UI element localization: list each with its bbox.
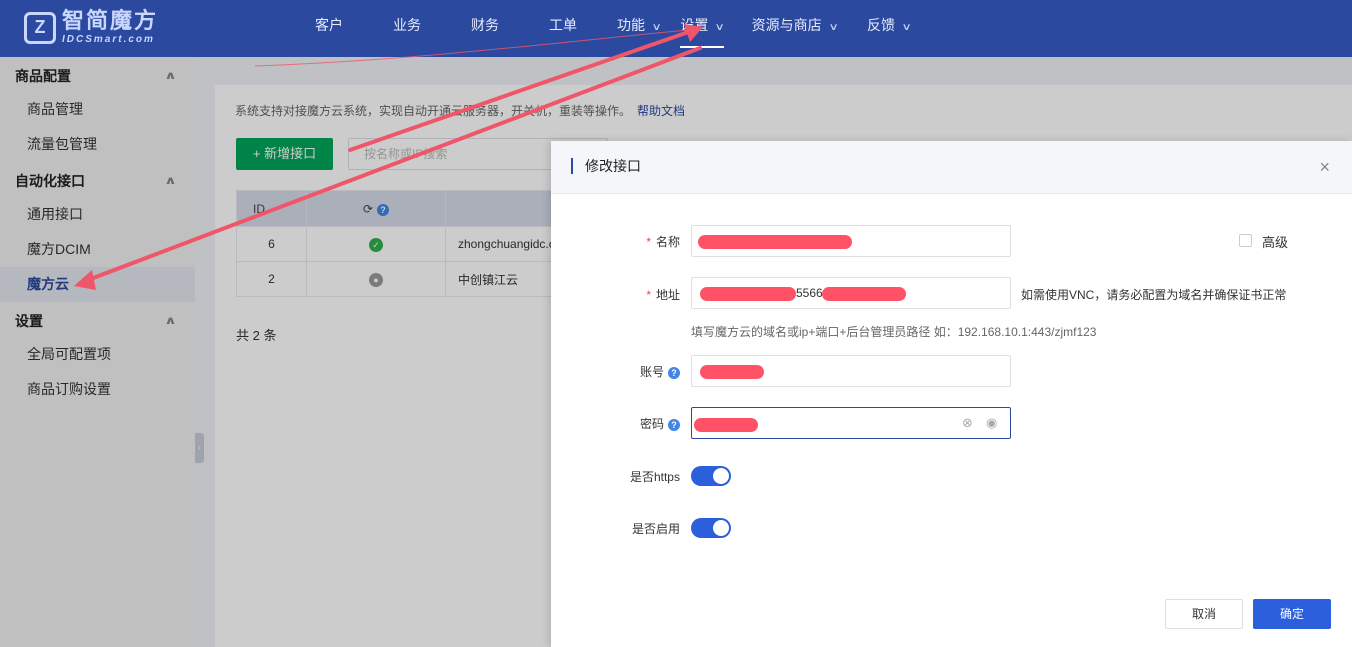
password-label: 密码?: [640, 415, 680, 432]
https-toggle[interactable]: [691, 466, 731, 486]
redaction-mark: [698, 235, 852, 249]
toggle-knob: [713, 520, 729, 536]
nav-item-tickets[interactable]: 工单: [549, 0, 577, 50]
account-label: 账号?: [640, 363, 680, 380]
nav-item-feedback[interactable]: 反馈 ∨: [867, 0, 912, 50]
address-hint-vnc: 如需使用VNC，请务必配置为域名并确保证书正常: [1021, 288, 1287, 302]
top-header: Z 智简魔方 IDCSmart.com 客户 业务 财务 工单 功能 ∨ 设置 ∨ …: [0, 0, 1352, 57]
address-visible-fragment: 5566: [796, 286, 823, 300]
help-icon[interactable]: ?: [668, 419, 680, 431]
logo-text-en: IDCSmart.com: [62, 34, 155, 45]
nav-item-resources-store[interactable]: 资源与商店 ∨: [752, 0, 839, 50]
redaction-mark: [700, 365, 764, 379]
address-input[interactable]: 5566: [691, 277, 1011, 309]
chevron-down-icon: ∨: [714, 22, 726, 33]
redaction-mark: [694, 418, 758, 432]
logo-mark-icon: Z: [24, 11, 56, 44]
eye-icon[interactable]: ◉: [986, 408, 997, 438]
close-icon[interactable]: ×: [1319, 157, 1330, 177]
logo-text-cn: 智简魔方: [62, 8, 159, 33]
password-input[interactable]: ⊗ ◉: [691, 407, 1011, 439]
chevron-down-icon: ∨: [651, 22, 662, 33]
enable-label: 是否启用: [631, 522, 680, 536]
name-label: * 名称: [646, 235, 680, 249]
https-label: 是否https: [629, 470, 680, 484]
redaction-mark: [822, 287, 906, 301]
redaction-mark: [700, 287, 796, 301]
logo[interactable]: Z 智简魔方 IDCSmart.com: [24, 10, 158, 45]
advanced-label: 高级: [1262, 235, 1289, 250]
advanced-checkbox[interactable]: [1239, 234, 1252, 247]
nav-item-customers[interactable]: 客户: [315, 0, 343, 50]
enable-toggle[interactable]: [691, 518, 731, 538]
nav-item-features[interactable]: 功能 ∨: [617, 0, 662, 50]
main-nav: 客户 业务 财务 工单 功能 ∨ 设置 ∨ 资源与商店 ∨ 反馈 ∨: [300, 0, 912, 57]
address-hint-format: 填写魔方云的域名或ip+端口+后台管理员路径 如：192.168.10.1:44…: [691, 325, 1097, 339]
name-input[interactable]: [691, 225, 1011, 257]
nav-item-finance[interactable]: 财务: [471, 0, 499, 50]
help-icon[interactable]: ?: [668, 367, 680, 379]
clear-icon[interactable]: ⊗: [962, 408, 973, 438]
confirm-button[interactable]: 确定: [1253, 599, 1331, 629]
nav-item-settings[interactable]: 设置 ∨: [680, 0, 726, 50]
dialog-header: 修改接口 ×: [551, 141, 1352, 194]
toggle-knob: [713, 468, 729, 484]
account-input[interactable]: [691, 355, 1011, 387]
dialog-title: 修改接口: [571, 158, 641, 174]
edit-interface-dialog: 修改接口 × * 名称 高级 * 地址 5566 如需使用VNC，请务必配置为域名并…: [551, 141, 1352, 647]
chevron-down-icon: ∨: [828, 22, 839, 33]
chevron-down-icon: ∨: [901, 22, 912, 33]
nav-item-business[interactable]: 业务: [393, 0, 421, 50]
address-label: * 地址: [646, 288, 680, 302]
cancel-button[interactable]: 取消: [1165, 599, 1243, 629]
